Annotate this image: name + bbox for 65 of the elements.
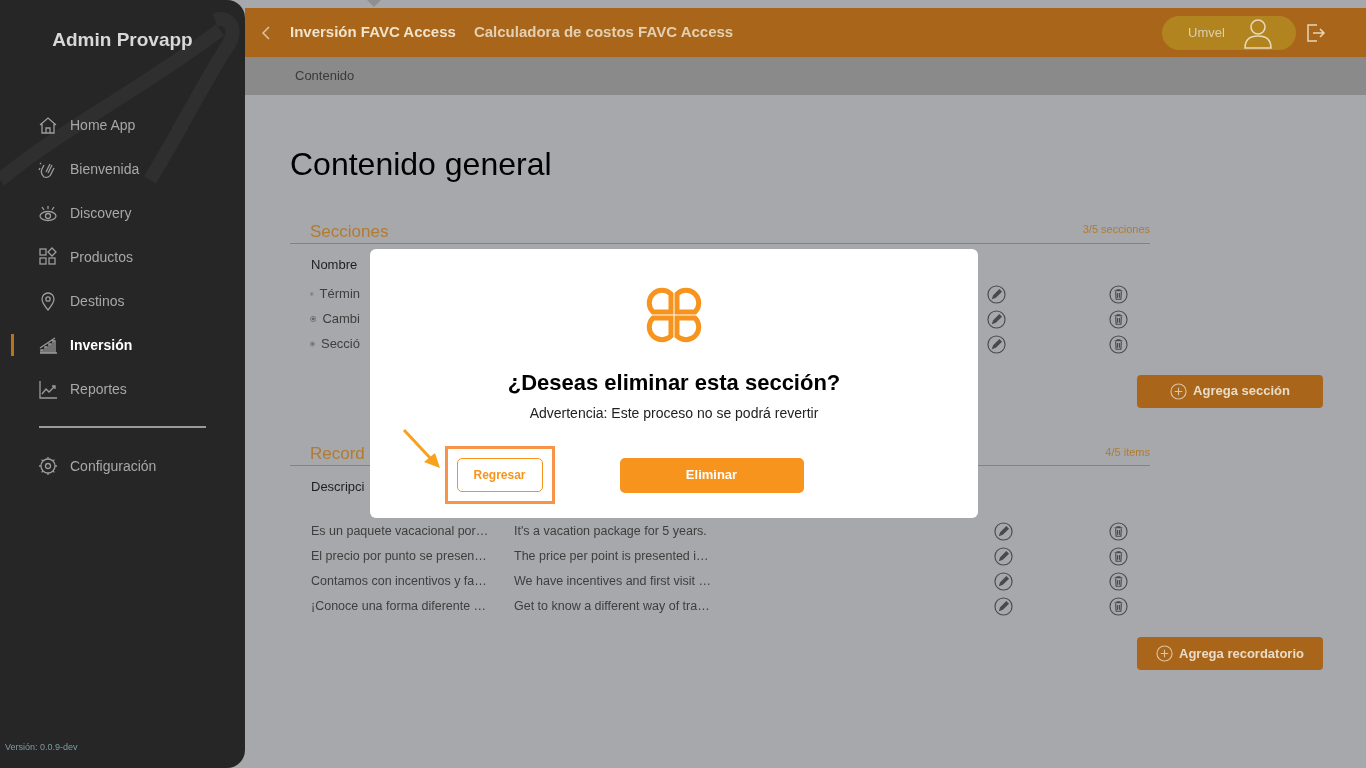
page-title: Contenido general: [290, 145, 553, 184]
logout-icon[interactable]: [1306, 22, 1326, 43]
item-count: 4/5 items: [1105, 444, 1150, 460]
dialog-message: Advertencia: Este proceso no se podrá revertir: [529, 404, 819, 423]
trash-icon[interactable]: [1109, 547, 1128, 566]
table-cell-text: It's a vacation package for 5 years.: [514, 523, 707, 541]
edit-icon[interactable]: [987, 284, 1006, 304]
active-indicator: [11, 334, 14, 356]
sidebar-item[interactable]: Reportes: [38, 378, 127, 400]
table-cell-text: Es un paquete vacacional por…: [311, 523, 490, 541]
arrow-icon: [401, 428, 442, 470]
trash-icon[interactable]: [1109, 572, 1128, 591]
sidebar-item-icon: [38, 115, 58, 135]
section-name: Secció: [320, 335, 360, 354]
sidebar-item-icon: [38, 456, 58, 476]
dialog-title: ¿Deseas eliminar esta sección?: [507, 369, 841, 397]
header-tab[interactable]: Inversión FAVC Access: [290, 21, 456, 44]
sidebar-item[interactable]: Configuración: [38, 455, 157, 477]
sidebar-item[interactable]: Productos: [38, 246, 134, 268]
sidebar-item-icon: [38, 203, 58, 223]
item-count: 3/5 secciones: [1082, 222, 1150, 237]
sidebar-item-icon: [38, 335, 58, 355]
trash-icon[interactable]: [1109, 309, 1128, 329]
sidebar-item-icon: [38, 291, 58, 311]
edit-icon[interactable]: [994, 597, 1013, 616]
sidebar-item[interactable]: Home App: [38, 114, 136, 136]
column-header: Nombre: [311, 255, 358, 274]
table-cell-text: The price per point is presented i…: [514, 548, 709, 566]
sidebar-item[interactable]: Bienvenida: [38, 158, 140, 180]
section-heading: Secciones: [310, 221, 389, 242]
table-cell-text: Contamos con incentivos y fa…: [311, 573, 488, 591]
trash-icon[interactable]: [1109, 334, 1128, 354]
radio-dot-icon: [310, 314, 317, 324]
back-icon[interactable]: [261, 24, 271, 41]
sidebar-item[interactable]: Discovery: [38, 202, 132, 224]
table-cell-text: We have incentives and first visit …: [514, 573, 712, 591]
plus-circle-icon: [1170, 382, 1188, 400]
sidebar-item[interactable]: Destinos: [38, 290, 125, 312]
section-name: Cambi: [322, 310, 360, 329]
app-title: Admin Provapp: [51, 28, 194, 50]
table-cell-text: ¡Conoce una forma diferente …: [311, 598, 488, 616]
radio-dot-icon: [310, 339, 315, 349]
sidebar-item-icon: [38, 247, 58, 267]
table-cell-text: Get to know a different way of tra…: [514, 598, 710, 616]
column-header: Descripci: [311, 478, 365, 496]
plus-circle-icon: [1156, 645, 1173, 662]
tab-notch: [366, 0, 382, 8]
trash-icon[interactable]: [1109, 522, 1128, 541]
user-icon: [1242, 16, 1274, 49]
section-name: Términ: [319, 285, 360, 304]
edit-icon[interactable]: [994, 522, 1013, 541]
table-cell-text: El precio por punto se presen…: [311, 548, 488, 566]
edit-icon[interactable]: [994, 547, 1013, 566]
trash-icon[interactable]: [1109, 284, 1128, 304]
add-button[interactable]: Agrega sección: [1137, 374, 1323, 408]
edit-icon[interactable]: [987, 334, 1006, 354]
sidebar-item[interactable]: Inversión: [38, 334, 133, 356]
add-button[interactable]: Agrega recordatorio: [1137, 637, 1323, 670]
breadcrumb: Contenido: [295, 67, 355, 86]
edit-icon[interactable]: [994, 572, 1013, 591]
trash-icon[interactable]: [1109, 597, 1128, 616]
section-heading: Record: [310, 444, 365, 464]
sidebar-item-icon: [38, 379, 58, 399]
version-label: Versión: 0.0.9-dev: [4, 740, 79, 754]
edit-icon[interactable]: [987, 309, 1006, 329]
